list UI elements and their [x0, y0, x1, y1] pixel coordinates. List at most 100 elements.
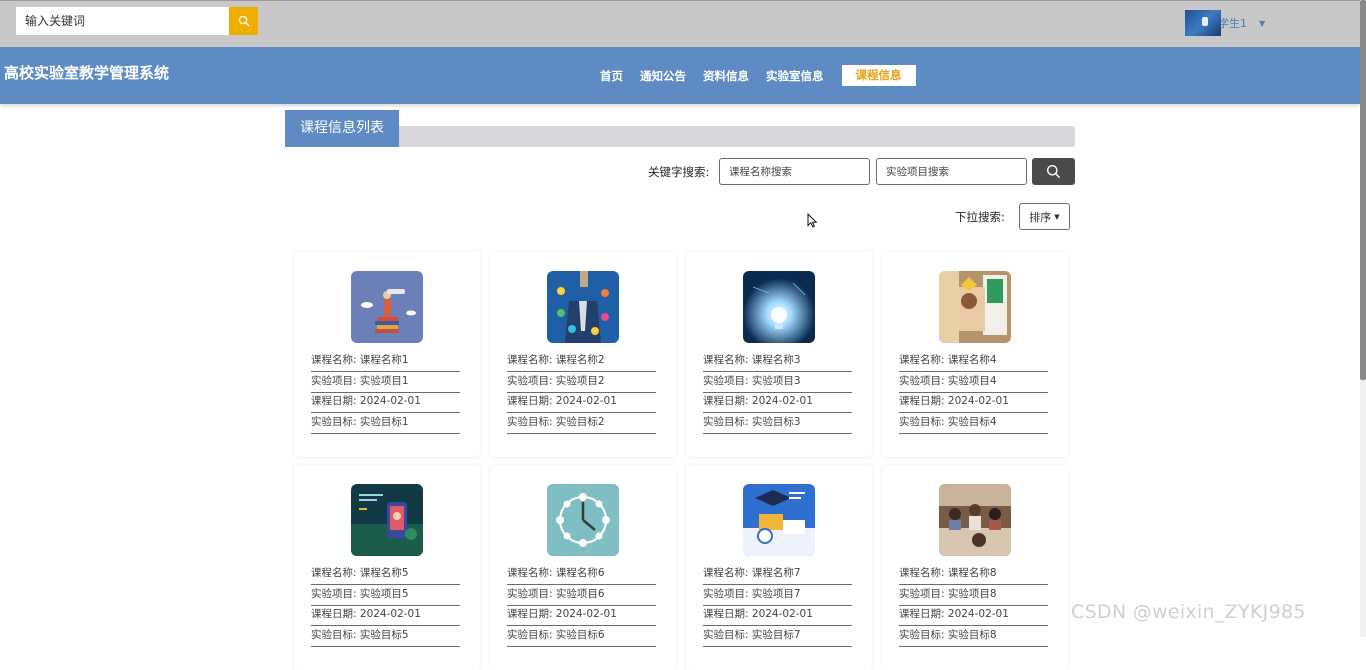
- separator: :: [745, 587, 752, 600]
- course-image[interactable]: [351, 484, 423, 556]
- separator: :: [745, 628, 752, 641]
- course-name-line: 课程名称: 课程名称7: [703, 564, 852, 585]
- dropdown-search-label: 下拉搜索:: [955, 210, 1005, 224]
- course-goal-line: 实验目标: 实验目标2: [507, 413, 656, 434]
- scrollbar-thumb[interactable]: [1360, 0, 1366, 380]
- course-name-value: 课程名称8: [947, 567, 997, 579]
- course-item-value: 实验项目7: [751, 587, 801, 600]
- separator: :: [353, 587, 360, 600]
- course-item-label: 实验项目: [311, 374, 353, 387]
- keyword-search-label: 关键字搜索:: [648, 165, 710, 179]
- course-image[interactable]: [547, 484, 619, 556]
- separator: :: [941, 587, 948, 600]
- lab-project-search-input[interactable]: [876, 158, 1027, 185]
- course-item-label: 实验项目: [507, 587, 549, 600]
- course-date-label: 课程日期: [899, 395, 941, 407]
- separator: :: [549, 567, 556, 579]
- chevron-down-icon[interactable]: ▼: [1259, 19, 1265, 28]
- course-date-value: 2024-02-01: [947, 395, 1009, 407]
- course-date-value: 2024-02-01: [555, 395, 617, 407]
- course-item-line: 实验项目: 实验项目8: [899, 585, 1048, 606]
- course-image[interactable]: [939, 271, 1011, 343]
- course-item-line: 实验项目: 实验项目5: [311, 585, 460, 606]
- course-name-label: 课程名称: [311, 354, 353, 366]
- course-name-label: 课程名称: [899, 567, 941, 579]
- separator: :: [353, 354, 360, 366]
- caret-down-icon: ▼: [1054, 212, 1060, 221]
- course-date-label: 课程日期: [899, 608, 941, 620]
- list-header: 课程信息列表: [285, 110, 1075, 147]
- course-name-search-input[interactable]: [719, 158, 870, 185]
- course-item-label: 实验项目: [507, 374, 549, 387]
- course-item-line: 实验项目: 实验项目6: [507, 585, 656, 606]
- site-title: 高校实验室教学管理系统: [4, 64, 170, 82]
- separator: :: [353, 395, 360, 407]
- course-date-line: 课程日期: 2024-02-01: [899, 605, 1048, 626]
- user-name[interactable]: 学生1: [1218, 15, 1247, 31]
- sort-dropdown-button[interactable]: 排序 ▼: [1019, 203, 1070, 230]
- avatar[interactable]: [1185, 10, 1221, 36]
- course-goal-label: 实验目标: [311, 628, 353, 641]
- course-image[interactable]: [351, 271, 423, 343]
- course-name-label: 课程名称: [703, 567, 745, 579]
- course-card[interactable]: 课程名称: 课程名称8 实验项目: 实验项目8 课程日期: 2024-02-01 实验…: [882, 465, 1068, 670]
- course-goal-label: 实验目标: [703, 415, 745, 428]
- search-icon: [1047, 165, 1061, 179]
- nav-item-materials[interactable]: 资料信息: [703, 68, 749, 84]
- course-card[interactable]: 课程名称: 课程名称3 实验项目: 实验项目3 课程日期: 2024-02-01 实验…: [686, 252, 872, 457]
- nav-item-courses[interactable]: 课程信息: [841, 65, 916, 86]
- user-menu[interactable]: 学生1 ▼: [1185, 10, 1265, 36]
- separator: :: [941, 374, 948, 387]
- course-name-label: 课程名称: [507, 354, 549, 366]
- nav-item-home[interactable]: 首页: [600, 68, 623, 84]
- course-name-label: 课程名称: [899, 354, 941, 366]
- course-date-label: 课程日期: [311, 608, 353, 620]
- global-search-input[interactable]: [16, 7, 229, 35]
- top-bar: 学生1 ▼: [0, 0, 1360, 47]
- course-card[interactable]: 课程名称: 课程名称4 实验项目: 实验项目4 课程日期: 2024-02-01 实验…: [882, 252, 1068, 457]
- course-item-label: 实验项目: [703, 587, 745, 600]
- nav-item-labs[interactable]: 实验室信息: [766, 68, 824, 84]
- course-item-line: 实验项目: 实验项目3: [703, 372, 852, 393]
- separator: :: [353, 628, 360, 641]
- course-item-line: 实验项目: 实验项目2: [507, 372, 656, 393]
- list-header-bar: [285, 126, 1075, 147]
- course-name-label: 课程名称: [311, 567, 353, 579]
- keyword-search-button[interactable]: [1032, 158, 1075, 185]
- course-goal-value: 实验目标2: [555, 415, 605, 428]
- course-card[interactable]: 课程名称: 课程名称2 实验项目: 实验项目2 课程日期: 2024-02-01 实验…: [490, 252, 676, 457]
- course-date-line: 课程日期: 2024-02-01: [311, 392, 460, 413]
- course-card[interactable]: 课程名称: 课程名称5 实验项目: 实验项目5 课程日期: 2024-02-01 实验…: [294, 465, 480, 670]
- course-card[interactable]: 课程名称: 课程名称6 实验项目: 实验项目6 课程日期: 2024-02-01 实验…: [490, 465, 676, 670]
- course-date-line: 课程日期: 2024-02-01: [507, 605, 656, 626]
- course-image[interactable]: [547, 271, 619, 343]
- separator: :: [353, 374, 360, 387]
- global-search-button[interactable]: [229, 7, 258, 35]
- course-card[interactable]: 课程名称: 课程名称7 实验项目: 实验项目7 课程日期: 2024-02-01 实验…: [686, 465, 872, 670]
- separator: :: [941, 608, 948, 620]
- course-item-line: 实验项目: 实验项目1: [311, 372, 460, 393]
- course-card[interactable]: 课程名称: 课程名称1 实验项目: 实验项目1 课程日期: 2024-02-01 实验…: [294, 252, 480, 457]
- course-image[interactable]: [939, 484, 1011, 556]
- course-goal-value: 实验目标5: [359, 628, 409, 641]
- watermark: CSDN @weixin_ZYKJ985: [1071, 601, 1306, 623]
- course-image[interactable]: [743, 484, 815, 556]
- course-item-value: 实验项目5: [359, 587, 409, 600]
- course-item-value: 实验项目1: [359, 374, 409, 387]
- course-name-value: 课程名称7: [751, 567, 801, 579]
- course-name-line: 课程名称: 课程名称5: [311, 564, 460, 585]
- course-name-value: 课程名称4: [947, 354, 997, 366]
- mouse-cursor-icon: [807, 213, 818, 228]
- course-item-value: 实验项目6: [555, 587, 605, 600]
- course-name-value: 课程名称2: [555, 354, 605, 366]
- course-goal-value: 实验目标7: [751, 628, 801, 641]
- nav-item-notices[interactable]: 通知公告: [640, 68, 686, 84]
- separator: :: [353, 415, 360, 428]
- course-name-label: 课程名称: [703, 354, 745, 366]
- separator: :: [549, 587, 556, 600]
- course-goal-value: 实验目标6: [555, 628, 605, 641]
- course-image[interactable]: [743, 271, 815, 343]
- separator: :: [549, 415, 556, 428]
- course-item-label: 实验项目: [899, 587, 941, 600]
- course-item-line: 实验项目: 实验项目7: [703, 585, 852, 606]
